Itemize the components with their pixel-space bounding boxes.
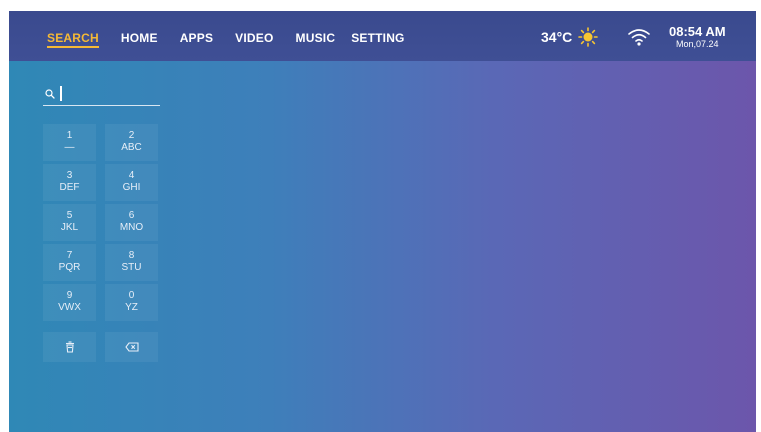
key-3[interactable]: 3 DEF: [43, 164, 96, 201]
key-letters: GHI: [122, 182, 141, 193]
key-5[interactable]: 5 JKL: [43, 204, 96, 241]
key-6[interactable]: 6 MNO: [105, 204, 158, 241]
key-number: 8: [128, 250, 135, 261]
key-number: 9: [66, 290, 73, 301]
weather-widget: 34°C: [541, 27, 599, 47]
wifi-icon: [628, 29, 650, 46]
backspace-button[interactable]: [105, 332, 158, 362]
key-0[interactable]: 0 YZ: [105, 284, 158, 321]
search-icon: [45, 89, 55, 99]
key-letters: STU: [121, 262, 142, 273]
trash-icon: [65, 341, 74, 353]
key-9[interactable]: 9 VWX: [43, 284, 96, 321]
key-number: 5: [66, 210, 73, 221]
key-number: 4: [128, 170, 135, 181]
key-2[interactable]: 2 ABC: [105, 124, 158, 161]
clock-date: Mon,07.24: [676, 39, 719, 49]
clear-button[interactable]: [43, 332, 96, 362]
key-letters: PQR: [58, 262, 81, 273]
key-number: 2: [128, 130, 135, 141]
key-number: 3: [66, 170, 73, 181]
temperature: 34°C: [541, 29, 573, 45]
key-number: 7: [66, 250, 73, 261]
nav-item-home[interactable]: HOME: [121, 31, 158, 48]
nav-item-setting[interactable]: SETTING: [351, 31, 404, 48]
clock-time: 08:54 AM: [669, 24, 726, 39]
key-number: 1: [66, 130, 73, 141]
key-letters: YZ: [125, 302, 138, 313]
key-letters: JKL: [60, 222, 79, 233]
text-cursor: [60, 86, 62, 101]
key-7[interactable]: 7 PQR: [43, 244, 96, 281]
key-letters: ABC: [121, 142, 142, 153]
key-letters: —: [64, 142, 75, 153]
key-1[interactable]: 1 —: [43, 124, 96, 161]
nav-item-search[interactable]: SEARCH: [47, 31, 99, 48]
nav-item-apps[interactable]: APPS: [180, 31, 213, 48]
main-nav: SEARCH HOME APPS VIDEO MUSIC SETTING: [47, 31, 427, 48]
search-input[interactable]: [43, 86, 160, 106]
key-8[interactable]: 8 STU: [105, 244, 158, 281]
key-number: 0: [128, 290, 135, 301]
clock: 08:54 AM Mon,07.24: [669, 25, 726, 50]
key-letters: MNO: [119, 222, 144, 233]
key-4[interactable]: 4 GHI: [105, 164, 158, 201]
nav-item-video[interactable]: VIDEO: [235, 31, 273, 48]
tv-screen: SEARCH HOME APPS VIDEO MUSIC SETTING 34°…: [9, 11, 756, 432]
key-number: 6: [128, 210, 135, 221]
nav-item-music[interactable]: MUSIC: [296, 31, 336, 48]
key-letters: DEF: [59, 182, 80, 193]
backspace-icon: [124, 342, 139, 352]
key-letters: VWX: [58, 302, 81, 313]
top-bar: SEARCH HOME APPS VIDEO MUSIC SETTING 34°…: [9, 11, 756, 61]
sun-icon: [578, 27, 599, 47]
